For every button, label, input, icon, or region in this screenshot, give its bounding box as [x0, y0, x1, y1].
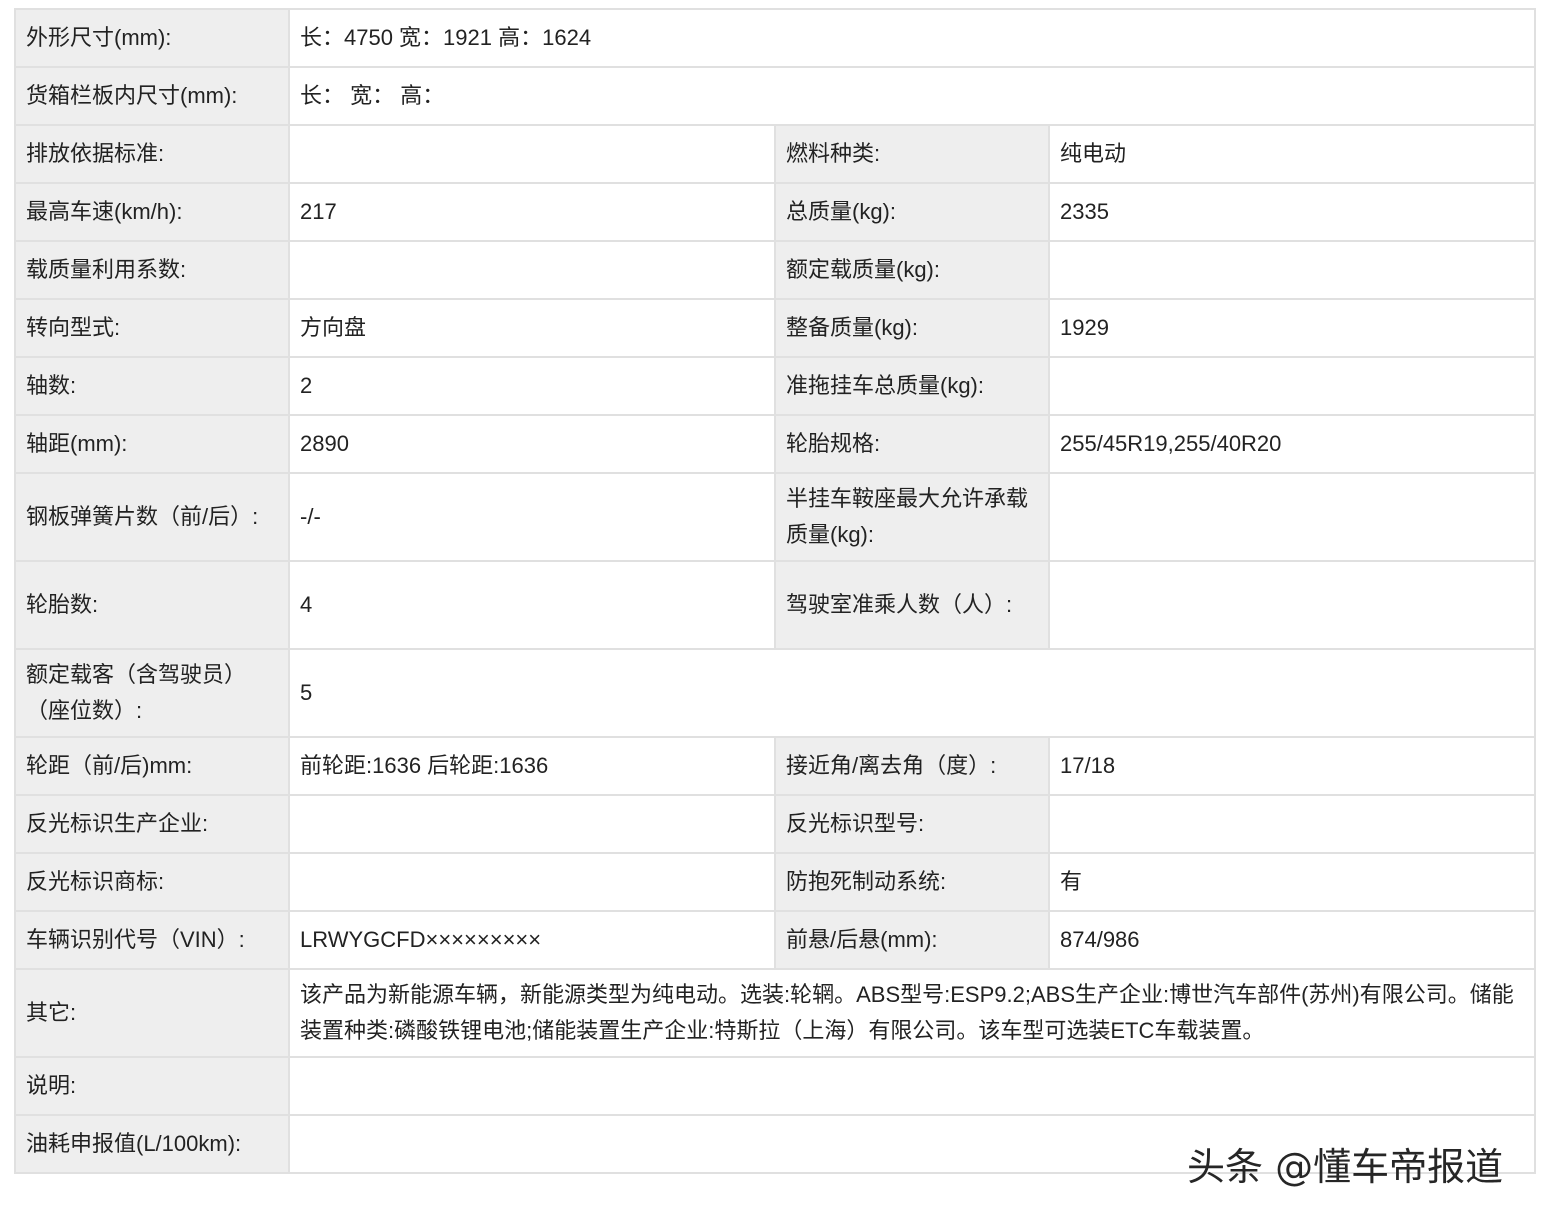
- table-row: 车辆识别代号（VIN）: LRWYGCFD××××××××× 前悬/后悬(mm)…: [14, 910, 1537, 970]
- spec-value: 17/18: [1047, 736, 1537, 796]
- spec-value: [1047, 794, 1537, 854]
- spec-label: 整备质量(kg):: [774, 298, 1050, 358]
- spec-value: 2335: [1047, 182, 1537, 242]
- spec-label: 反光标识型号:: [774, 794, 1050, 854]
- spec-value: LRWYGCFD×××××××××: [288, 910, 776, 970]
- spec-label: 额定载客（含驾驶员）（座位数）:: [14, 648, 290, 738]
- spec-value: 5: [287, 648, 1537, 738]
- table-row: 转向型式: 方向盘 整备质量(kg): 1929: [14, 298, 1537, 358]
- spec-value: -/-: [288, 472, 776, 562]
- spec-value: [288, 794, 776, 854]
- spec-value: [1047, 240, 1537, 300]
- spec-value: 255/45R19,255/40R20: [1047, 414, 1537, 474]
- spec-label: 燃料种类:: [774, 124, 1050, 184]
- spec-label: 转向型式:: [14, 298, 290, 358]
- spec-value: 874/986: [1047, 910, 1537, 970]
- spec-label: 轮距（前/后)mm:: [14, 736, 290, 796]
- spec-value: 长：4750 宽：1921 高：1624: [287, 8, 1537, 68]
- spec-label: 反光标识商标:: [14, 852, 290, 912]
- spec-label: 额定载质量(kg):: [774, 240, 1050, 300]
- spec-value: 长： 宽： 高：: [287, 66, 1537, 126]
- spec-value: 前轮距:1636 后轮距:1636: [288, 736, 776, 796]
- spec-value: 2890: [288, 414, 776, 474]
- spec-value: [287, 1056, 1537, 1116]
- spec-label: 反光标识生产企业:: [14, 794, 290, 854]
- spec-value: 有: [1047, 852, 1537, 912]
- spec-value: [1047, 472, 1537, 562]
- spec-label: 前悬/后悬(mm):: [774, 910, 1050, 970]
- spec-label: 轴数:: [14, 356, 290, 416]
- spec-label: 其它:: [14, 968, 290, 1058]
- spec-value: 217: [288, 182, 776, 242]
- spec-label: 半挂车鞍座最大允许承载质量(kg):: [774, 472, 1050, 562]
- spec-value: [288, 852, 776, 912]
- spec-label: 驾驶室准乘人数（人）:: [774, 560, 1050, 650]
- table-row: 排放依据标准: 燃料种类: 纯电动: [14, 124, 1537, 184]
- spec-value: 4: [288, 560, 776, 650]
- spec-value: [288, 240, 776, 300]
- spec-label: 最高车速(km/h):: [14, 182, 290, 242]
- table-row: 轮胎数: 4 驾驶室准乘人数（人）:: [14, 560, 1537, 650]
- spec-label: 外形尺寸(mm):: [14, 8, 290, 68]
- spec-label: 准拖挂车总质量(kg):: [774, 356, 1050, 416]
- spec-label: 总质量(kg):: [774, 182, 1050, 242]
- table-row: 轴数: 2 准拖挂车总质量(kg):: [14, 356, 1537, 416]
- table-row: 轴距(mm): 2890 轮胎规格: 255/45R19,255/40R20: [14, 414, 1537, 474]
- spec-label: 接近角/离去角（度）:: [774, 736, 1050, 796]
- table-row: 最高车速(km/h): 217 总质量(kg): 2335: [14, 182, 1537, 242]
- table-row: 说明:: [14, 1056, 1537, 1116]
- spec-value: 该产品为新能源车辆，新能源类型为纯电动。选装:轮辋。ABS型号:ESP9.2;A…: [287, 968, 1537, 1058]
- table-row: 轮距（前/后)mm: 前轮距:1636 后轮距:1636 接近角/离去角（度）:…: [14, 736, 1537, 796]
- spec-label: 轴距(mm):: [14, 414, 290, 474]
- table-row: 反光标识生产企业: 反光标识型号:: [14, 794, 1537, 854]
- spec-label: 油耗申报值(L/100km):: [14, 1114, 290, 1174]
- spec-value: [1047, 560, 1537, 650]
- watermark-text: 头条 @懂车帝报道: [1187, 1145, 1504, 1189]
- spec-value: 2: [288, 356, 776, 416]
- spec-value: 方向盘: [288, 298, 776, 358]
- spec-label: 货箱栏板内尺寸(mm):: [14, 66, 290, 126]
- spec-label: 防抱死制动系统:: [774, 852, 1050, 912]
- table-row: 载质量利用系数: 额定载质量(kg):: [14, 240, 1537, 300]
- vehicle-spec-table: 外形尺寸(mm): 长：4750 宽：1921 高：1624 货箱栏板内尺寸(m…: [14, 8, 1537, 1174]
- spec-value: [1047, 356, 1537, 416]
- spec-label: 车辆识别代号（VIN）:: [14, 910, 290, 970]
- table-row: 钢板弹簧片数（前/后）: -/- 半挂车鞍座最大允许承载质量(kg):: [14, 472, 1537, 562]
- table-row: 反光标识商标: 防抱死制动系统: 有: [14, 852, 1537, 912]
- table-row: 货箱栏板内尺寸(mm): 长： 宽： 高：: [14, 66, 1537, 126]
- spec-label: 轮胎数:: [14, 560, 290, 650]
- spec-value: 纯电动: [1047, 124, 1537, 184]
- spec-label: 钢板弹簧片数（前/后）:: [14, 472, 290, 562]
- table-row: 外形尺寸(mm): 长：4750 宽：1921 高：1624: [14, 8, 1537, 68]
- spec-label: 排放依据标准:: [14, 124, 290, 184]
- spec-value: [288, 124, 776, 184]
- spec-label: 说明:: [14, 1056, 290, 1116]
- table-row: 其它: 该产品为新能源车辆，新能源类型为纯电动。选装:轮辋。ABS型号:ESP9…: [14, 968, 1537, 1058]
- spec-value: 1929: [1047, 298, 1537, 358]
- spec-label: 载质量利用系数:: [14, 240, 290, 300]
- table-row: 额定载客（含驾驶员）（座位数）: 5: [14, 648, 1537, 738]
- spec-label: 轮胎规格:: [774, 414, 1050, 474]
